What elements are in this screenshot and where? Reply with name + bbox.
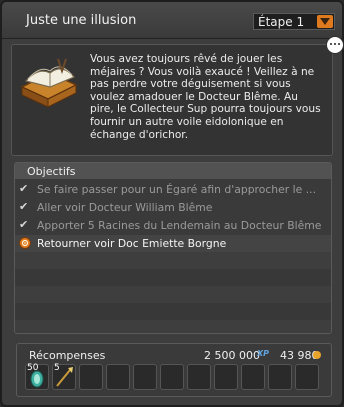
empty-row: [15, 269, 331, 286]
chevron-down-icon[interactable]: [317, 15, 333, 28]
reward-slot[interactable]: 5: [52, 363, 76, 390]
more-options-icon[interactable]: [326, 36, 344, 54]
objective-label: Retourner voir Doc Emiette Borgne: [37, 237, 227, 250]
objective-item[interactable]: Retourner voir Doc Emiette Borgne: [15, 235, 331, 252]
empty-row: [15, 320, 331, 333]
objectives-header: Objectifs: [15, 163, 331, 179]
step-dropdown[interactable]: Étape 1: [253, 13, 335, 30]
objective-label: Se faire passer pour un Égaré afin d'app…: [37, 183, 317, 196]
checkmark-icon: ✔: [19, 182, 29, 195]
reward-quantity: 50: [27, 363, 39, 373]
checkmark-icon: ✔: [19, 218, 29, 231]
reward-slot[interactable]: 50: [25, 363, 49, 390]
xp-icon: XP: [257, 349, 270, 358]
rewards-title: Récompenses: [29, 349, 106, 362]
empty-row: [15, 303, 331, 320]
reward-slot-empty: [187, 364, 211, 390]
reward-slot-empty: [268, 364, 292, 390]
reward-slot-empty: [106, 364, 130, 390]
objective-label: Apporter 5 Racines du Lendemain au Docte…: [37, 219, 322, 232]
reward-slot-empty: [295, 364, 319, 390]
kamas-icon: [313, 351, 321, 359]
objective-item[interactable]: ✔ Se faire passer pour un Égaré afin d'a…: [15, 181, 331, 198]
reward-slot-empty: [160, 364, 184, 390]
empty-row: [15, 286, 331, 303]
objectives-list: Objectifs ✔ Se faire passer pour un Égar…: [14, 162, 332, 334]
objective-item[interactable]: ✔ Aller voir Docteur William Blême: [15, 199, 331, 216]
reward-slot-empty: [241, 364, 265, 390]
rewards-xp: 2 500 000: [204, 349, 260, 362]
checkmark-icon: ✔: [19, 200, 29, 213]
reward-slot-empty: [214, 364, 238, 390]
step-dropdown-label: Étape 1: [258, 15, 305, 29]
objectives-title: Objectifs: [27, 165, 76, 178]
reward-quantity: 5: [54, 363, 60, 373]
target-icon[interactable]: [19, 237, 31, 249]
quest-panel: Juste une illusion Étape 1 Vous avez tou…: [0, 0, 344, 407]
quest-header: Juste une illusion Étape 1: [2, 2, 342, 39]
rewards-panel: Récompenses 2 500 000 XP 43 980 50 5: [16, 343, 332, 397]
objective-item[interactable]: ✔ Apporter 5 Racines du Lendemain au Doc…: [15, 217, 331, 234]
reward-slot-empty: [133, 364, 157, 390]
book-icon: [18, 53, 82, 115]
quest-title: Juste une illusion: [26, 13, 137, 28]
empty-row: [15, 252, 331, 269]
quest-description: Vous avez toujours rêvé de jouer les méj…: [90, 53, 321, 141]
reward-slot-empty: [79, 364, 103, 390]
objective-label: Aller voir Docteur William Blême: [37, 201, 213, 214]
quest-description-box: Vous avez toujours rêvé de jouer les méj…: [11, 44, 333, 156]
